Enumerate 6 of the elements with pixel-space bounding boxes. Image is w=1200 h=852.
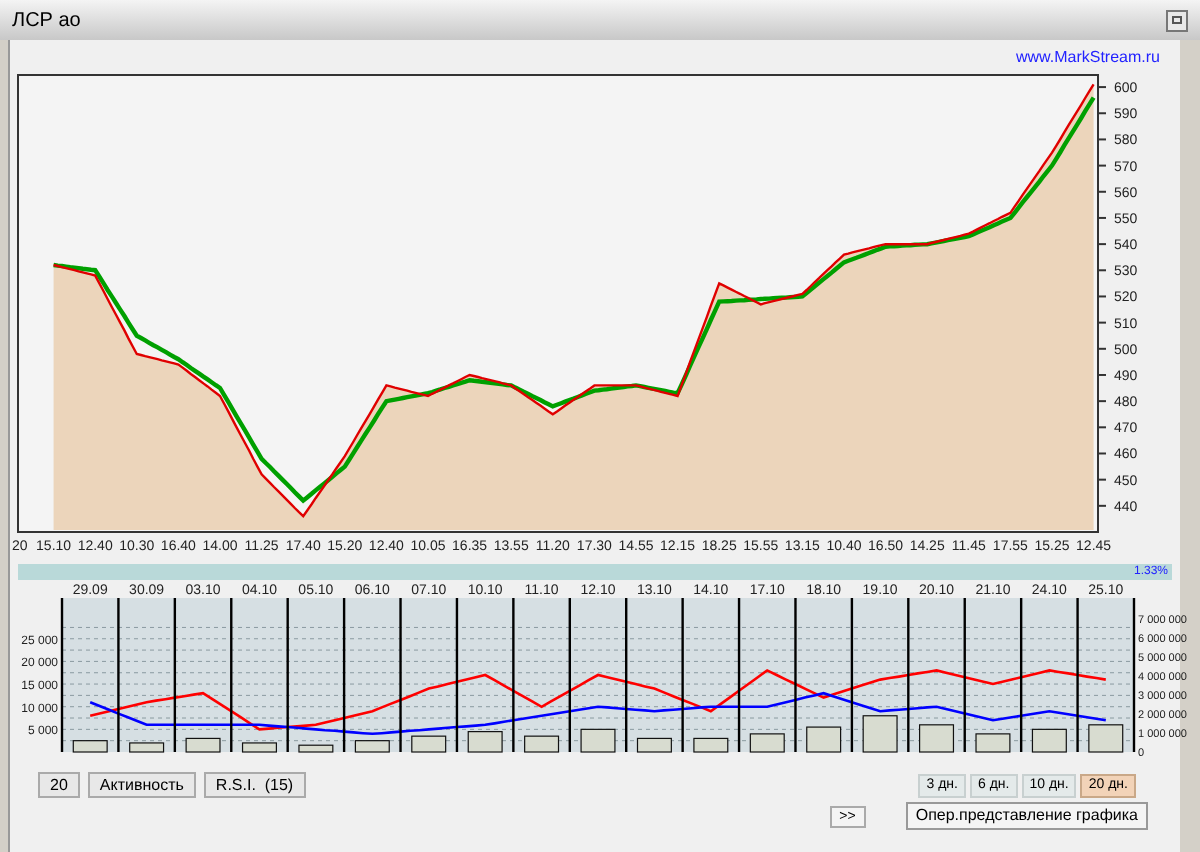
view-mode-button[interactable]: Опер.представление графика [905, 802, 1148, 830]
website-link[interactable]: www.MarkStream.ru [1015, 45, 1160, 69]
toolbar-button[interactable]: 20 [38, 772, 80, 798]
window-title: ЛСР ао [12, 7, 81, 35]
toolbar-button[interactable]: R.S.I. (15) [203, 772, 306, 798]
toolbar-button[interactable]: Активность [87, 772, 196, 798]
